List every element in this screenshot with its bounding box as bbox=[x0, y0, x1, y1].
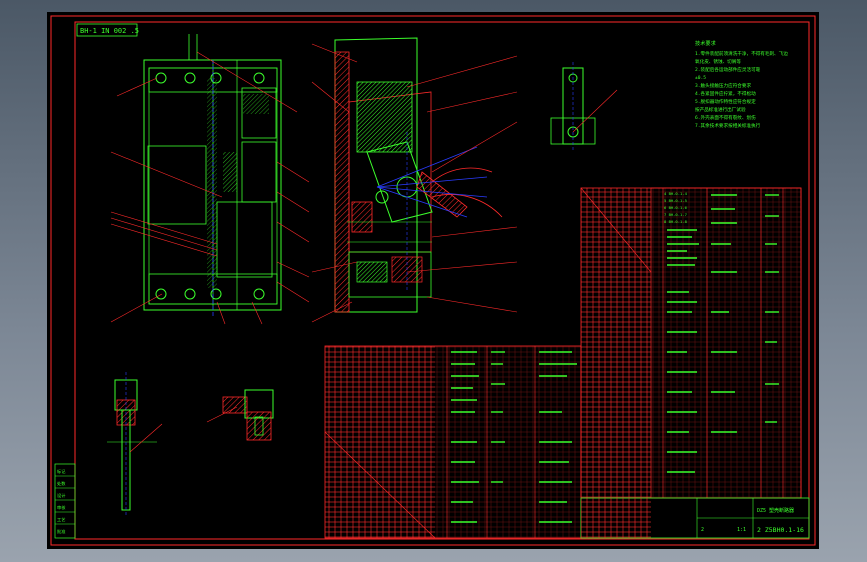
revision-label: 审核 bbox=[57, 504, 66, 511]
drawing-canvas[interactable]: BH-1 IN 002 .5 技术要求 1.零件装配前须清洗干净，不得有毛刺、飞… bbox=[47, 12, 819, 549]
bom-table: 4 BH-0.1-4 5 BH-0.1-5 6 BH-0.1-6 7 BH-0.… bbox=[580, 187, 802, 499]
bom-row: 4 BH-0.1-4 bbox=[664, 191, 688, 196]
revision-stack: 标记 处数 设计 审核 工艺 批准 bbox=[54, 463, 76, 539]
notes-line: ±0.5 bbox=[695, 75, 706, 81]
notes-line: 3.触头接触压力应符合要求 bbox=[695, 82, 751, 89]
notes-line: 氧化皮、锈蚀、切屑等 bbox=[695, 58, 741, 65]
parts-table bbox=[324, 345, 582, 539]
notes-line: 1.零件装配前须清洗干净，不得有毛刺、飞边 bbox=[695, 50, 788, 57]
notes-line: 7.其余技术要求按相关标准执行 bbox=[695, 122, 761, 129]
drawing-number: 2 Z5BH0.1-16 bbox=[757, 526, 804, 534]
bom-row: 6 BH-0.1-6 bbox=[664, 205, 688, 210]
sheet-number: 2 bbox=[701, 527, 704, 533]
notes-line: 按产品标准进行出厂试验 bbox=[695, 106, 746, 113]
front-view bbox=[110, 34, 310, 325]
cad-drawing: BH-1 IN 002 .5 技术要求 1.零件装配前须清洗干净，不得有毛刺、飞… bbox=[50, 15, 816, 546]
revision-label: 设计 bbox=[57, 492, 65, 499]
detail-view-pin bbox=[107, 372, 274, 517]
bom-row: 7 BH-0.1-7 bbox=[664, 212, 687, 217]
notes-line: 4.各紧固件应拧紧，不得松动 bbox=[695, 90, 756, 97]
detail-view-link bbox=[550, 62, 618, 150]
revision-label: 标记 bbox=[57, 468, 66, 475]
bom-row: 5 BH-0.1-5 bbox=[664, 198, 687, 203]
section-view bbox=[311, 37, 518, 323]
technical-notes: 技术要求 1.零件装配前须清洗干净，不得有毛刺、飞边 氧化皮、锈蚀、切屑等 2.… bbox=[695, 39, 788, 129]
notes-line: 2.装配后各运动部件应灵活可靠 bbox=[695, 66, 761, 73]
code-label: BH-1 IN 002 .5 bbox=[80, 27, 139, 35]
revision-label: 处数 bbox=[57, 480, 66, 487]
title-block: DZ5 塑壳断路器 2 1:1 2 Z5BH0.1-16 bbox=[580, 497, 810, 539]
notes-line: 5.脱扣器动作特性应符合规定 bbox=[695, 98, 756, 105]
revision-label: 批准 bbox=[57, 528, 65, 535]
notes-heading: 技术要求 bbox=[695, 39, 717, 47]
revision-label: 工艺 bbox=[57, 517, 65, 522]
drawing-scale: 1:1 bbox=[737, 527, 746, 533]
title-block-name: DZ5 塑壳断路器 bbox=[757, 507, 794, 514]
notes-line: 6.外壳表面不得有裂纹、划伤 bbox=[695, 114, 756, 121]
bom-row: 8 BH-0.1-8 bbox=[664, 219, 688, 224]
